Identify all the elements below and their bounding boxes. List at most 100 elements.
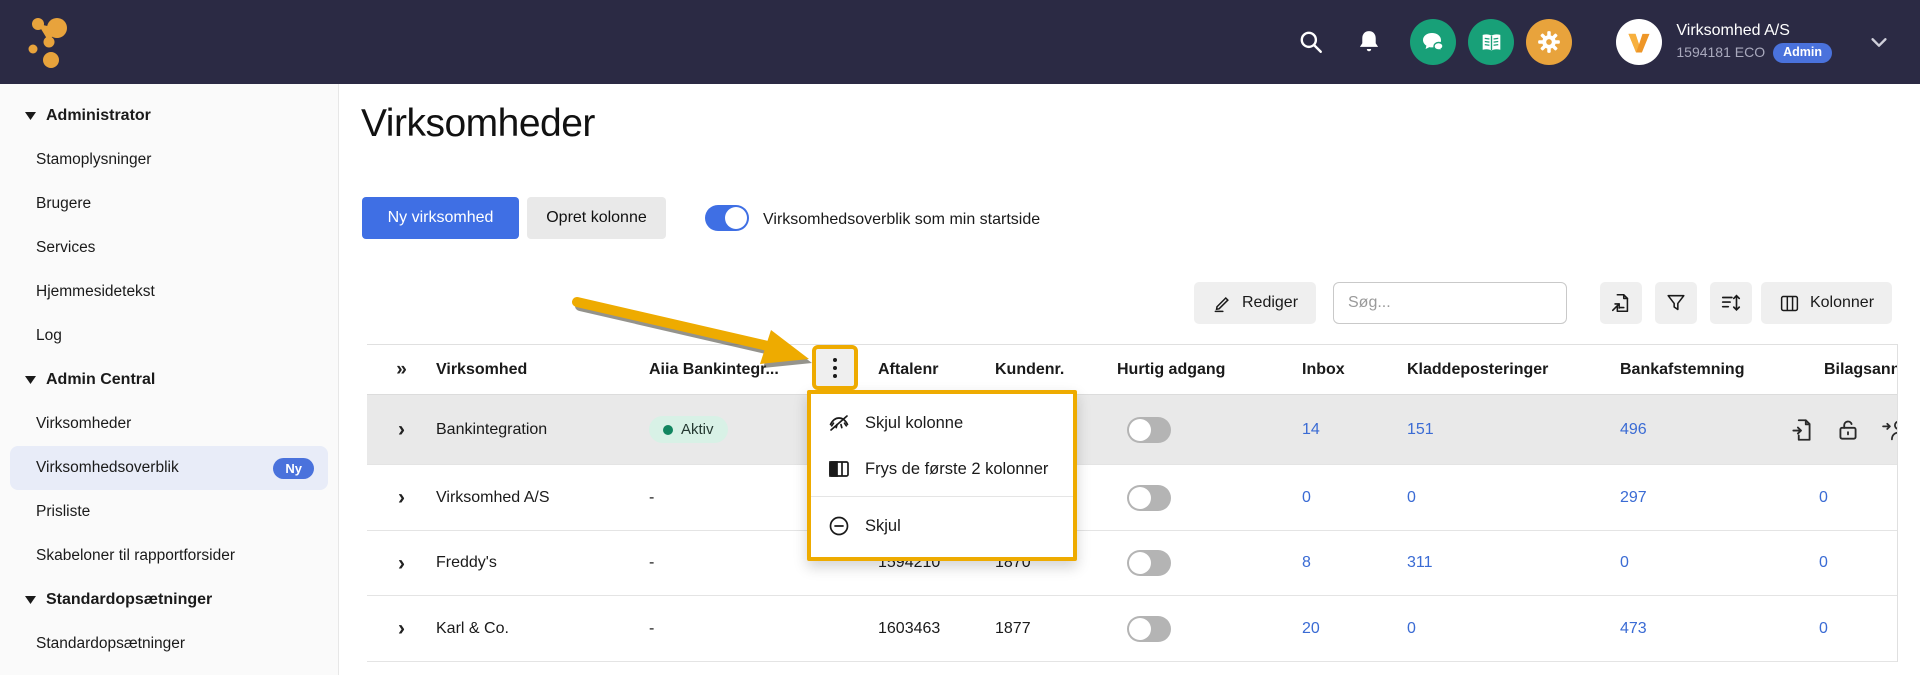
gear-icon[interactable] bbox=[1526, 19, 1573, 65]
avatar[interactable] bbox=[1616, 19, 1663, 65]
status-badge: Aktiv bbox=[649, 416, 728, 443]
triangle-down-icon bbox=[25, 112, 36, 120]
table-row[interactable]: › Virksomhed A/S - 0 0 297 0 bbox=[367, 465, 1897, 531]
expand-row-icon[interactable]: › bbox=[367, 553, 432, 574]
expand-row-icon[interactable]: › bbox=[367, 419, 432, 440]
new-company-button[interactable]: Ny virksomhed bbox=[362, 197, 519, 239]
company-name[interactable]: Karl & Co. bbox=[432, 620, 645, 638]
column-header-hurtig-adgang[interactable]: Hurtig adgang bbox=[1113, 361, 1294, 379]
status-empty: - bbox=[649, 619, 655, 637]
kladdeposteringer-link[interactable]: 151 bbox=[1401, 421, 1616, 439]
aftalenr-value: 1603463 bbox=[878, 619, 941, 637]
column-header-inbox[interactable]: Inbox bbox=[1294, 361, 1401, 379]
assign-user-icon[interactable] bbox=[1881, 417, 1898, 443]
column-header-kladdeposteringer[interactable]: Kladdeposteringer bbox=[1401, 361, 1616, 379]
table-row[interactable]: › Freddy's - 1594210 1870 8 311 0 0 bbox=[367, 531, 1897, 596]
bankafstemning-link[interactable]: 0 bbox=[1616, 554, 1811, 572]
sidebar-item-prisliste[interactable]: Prisliste bbox=[0, 490, 338, 534]
column-header-aftalenr[interactable]: Aftalenr bbox=[874, 361, 991, 379]
eye-off-icon bbox=[829, 415, 849, 431]
search-input[interactable] bbox=[1334, 294, 1555, 312]
sidebar-section-standardopsaetninger[interactable]: Standardopsætninger bbox=[0, 578, 338, 622]
table-row[interactable]: › Karl & Co. - 1603463 1877 20 0 473 0 bbox=[367, 596, 1897, 662]
bankafstemning-link[interactable]: 473 bbox=[1616, 620, 1811, 638]
account-info[interactable]: Virksomhed A/S 1594181 ECO Admin bbox=[1676, 21, 1832, 63]
menu-item-hide-column[interactable]: Skjul kolonne bbox=[811, 400, 1073, 446]
inbox-link[interactable]: 0 bbox=[1294, 489, 1401, 507]
expand-row-icon[interactable]: › bbox=[367, 487, 432, 508]
brand-logo-icon[interactable] bbox=[26, 16, 72, 68]
quick-access-toggle[interactable] bbox=[1127, 484, 1171, 511]
column-header-virksomhed[interactable]: Virksomhed bbox=[432, 361, 645, 379]
company-name[interactable]: Freddy's bbox=[432, 554, 645, 572]
kladdeposteringer-link[interactable]: 0 bbox=[1401, 620, 1616, 638]
edit-button[interactable]: Rediger bbox=[1194, 282, 1316, 324]
top-navbar: Virksomhed A/S 1594181 ECO Admin bbox=[0, 0, 1920, 84]
admin-badge: Admin bbox=[1773, 43, 1832, 63]
sidebar-section-administrator[interactable]: Administrator bbox=[0, 94, 338, 138]
bankafstemning-link[interactable]: 297 bbox=[1616, 489, 1811, 507]
sidebar: Administrator Stamoplysninger Brugere Se… bbox=[0, 84, 339, 675]
quick-access-toggle[interactable] bbox=[1127, 416, 1171, 443]
unlock-icon[interactable] bbox=[1835, 417, 1861, 443]
column-header-bilag[interactable]: Bilagsann bbox=[1811, 361, 1897, 379]
expand-all-icon[interactable]: » bbox=[367, 359, 432, 381]
startpage-toggle[interactable] bbox=[705, 205, 749, 231]
sidebar-section-admin-central[interactable]: Admin Central bbox=[0, 358, 338, 402]
kundenr-value: 1877 bbox=[995, 619, 1031, 637]
column-header-aiia[interactable]: Aiia Bankintegr... bbox=[645, 361, 810, 379]
quick-access-toggle[interactable] bbox=[1127, 615, 1171, 642]
companies-table: » Virksomhed Aiia Bankintegr... Aftalenr… bbox=[367, 344, 1898, 662]
menu-divider bbox=[811, 496, 1073, 497]
search-box bbox=[1333, 282, 1567, 324]
expand-row-icon[interactable]: › bbox=[367, 618, 432, 639]
account-name: Virksomhed A/S bbox=[1676, 22, 1790, 40]
columns-icon bbox=[1780, 295, 1799, 311]
book-icon[interactable] bbox=[1468, 19, 1515, 65]
column-header-bankafstemning[interactable]: Bankafstemning bbox=[1616, 361, 1811, 379]
sidebar-item-services[interactable]: Services bbox=[0, 226, 338, 270]
menu-item-hide[interactable]: Skjul bbox=[811, 501, 1073, 551]
sidebar-item-virksomheder[interactable]: Virksomheder bbox=[0, 402, 338, 446]
column-header-kundenr[interactable]: Kundenr. bbox=[991, 361, 1113, 379]
kladdeposteringer-link[interactable]: 0 bbox=[1401, 489, 1616, 507]
sidebar-item-stamoplysninger[interactable]: Stamoplysninger bbox=[0, 138, 338, 182]
sidebar-item-virksomhedsoverblik[interactable]: Virksomhedsoverblik Ny bbox=[10, 446, 328, 490]
document-arrow-icon[interactable] bbox=[1789, 417, 1815, 443]
sidebar-item-hjemmesidetekst[interactable]: Hjemmesidetekst bbox=[0, 270, 338, 314]
inbox-link[interactable]: 8 bbox=[1294, 554, 1401, 572]
pencil-icon bbox=[1214, 296, 1229, 313]
freeze-columns-icon bbox=[829, 461, 849, 477]
quick-access-toggle[interactable] bbox=[1127, 550, 1171, 576]
filter-button[interactable] bbox=[1655, 282, 1697, 324]
column-context-menu: Skjul kolonne Frys de første 2 kolonner … bbox=[807, 390, 1077, 561]
column-menu-button[interactable] bbox=[812, 345, 858, 390]
columns-button[interactable]: Kolonner bbox=[1761, 282, 1892, 324]
company-name[interactable]: Virksomhed A/S bbox=[432, 489, 645, 507]
export-button[interactable] bbox=[1600, 282, 1642, 324]
search-icon[interactable] bbox=[1296, 27, 1326, 57]
company-name[interactable]: Bankintegration bbox=[432, 421, 645, 439]
bilag-link[interactable]: 0 bbox=[1811, 489, 1897, 507]
create-column-button[interactable]: Opret kolonne bbox=[527, 197, 666, 239]
sort-button[interactable] bbox=[1710, 282, 1752, 324]
menu-item-freeze-columns[interactable]: Frys de første 2 kolonner bbox=[811, 446, 1073, 492]
inbox-link[interactable]: 20 bbox=[1294, 620, 1401, 638]
bell-icon[interactable] bbox=[1354, 27, 1384, 57]
sort-icon bbox=[1721, 294, 1741, 312]
bilag-link[interactable]: 0 bbox=[1811, 620, 1897, 638]
sidebar-item-standardopsaetninger[interactable]: Standardopsætninger bbox=[0, 622, 338, 666]
bankafstemning-link[interactable]: 496 bbox=[1616, 421, 1811, 439]
triangle-down-icon bbox=[25, 596, 36, 604]
table-row[interactable]: › Bankintegration Aktiv 14 151 496 bbox=[367, 395, 1898, 465]
bilag-link[interactable]: 0 bbox=[1811, 554, 1897, 572]
kladdeposteringer-link[interactable]: 311 bbox=[1401, 554, 1616, 572]
file-arrow-icon bbox=[1611, 293, 1629, 313]
sidebar-item-skabeloner[interactable]: Skabeloner til rapportforsider bbox=[0, 534, 338, 578]
sidebar-item-brugere[interactable]: Brugere bbox=[0, 182, 338, 226]
chevron-down-icon[interactable] bbox=[1864, 27, 1894, 57]
kebab-menu-icon bbox=[833, 357, 837, 378]
chat-icon[interactable] bbox=[1410, 19, 1457, 65]
inbox-link[interactable]: 14 bbox=[1294, 421, 1401, 439]
sidebar-item-log[interactable]: Log bbox=[0, 314, 338, 358]
